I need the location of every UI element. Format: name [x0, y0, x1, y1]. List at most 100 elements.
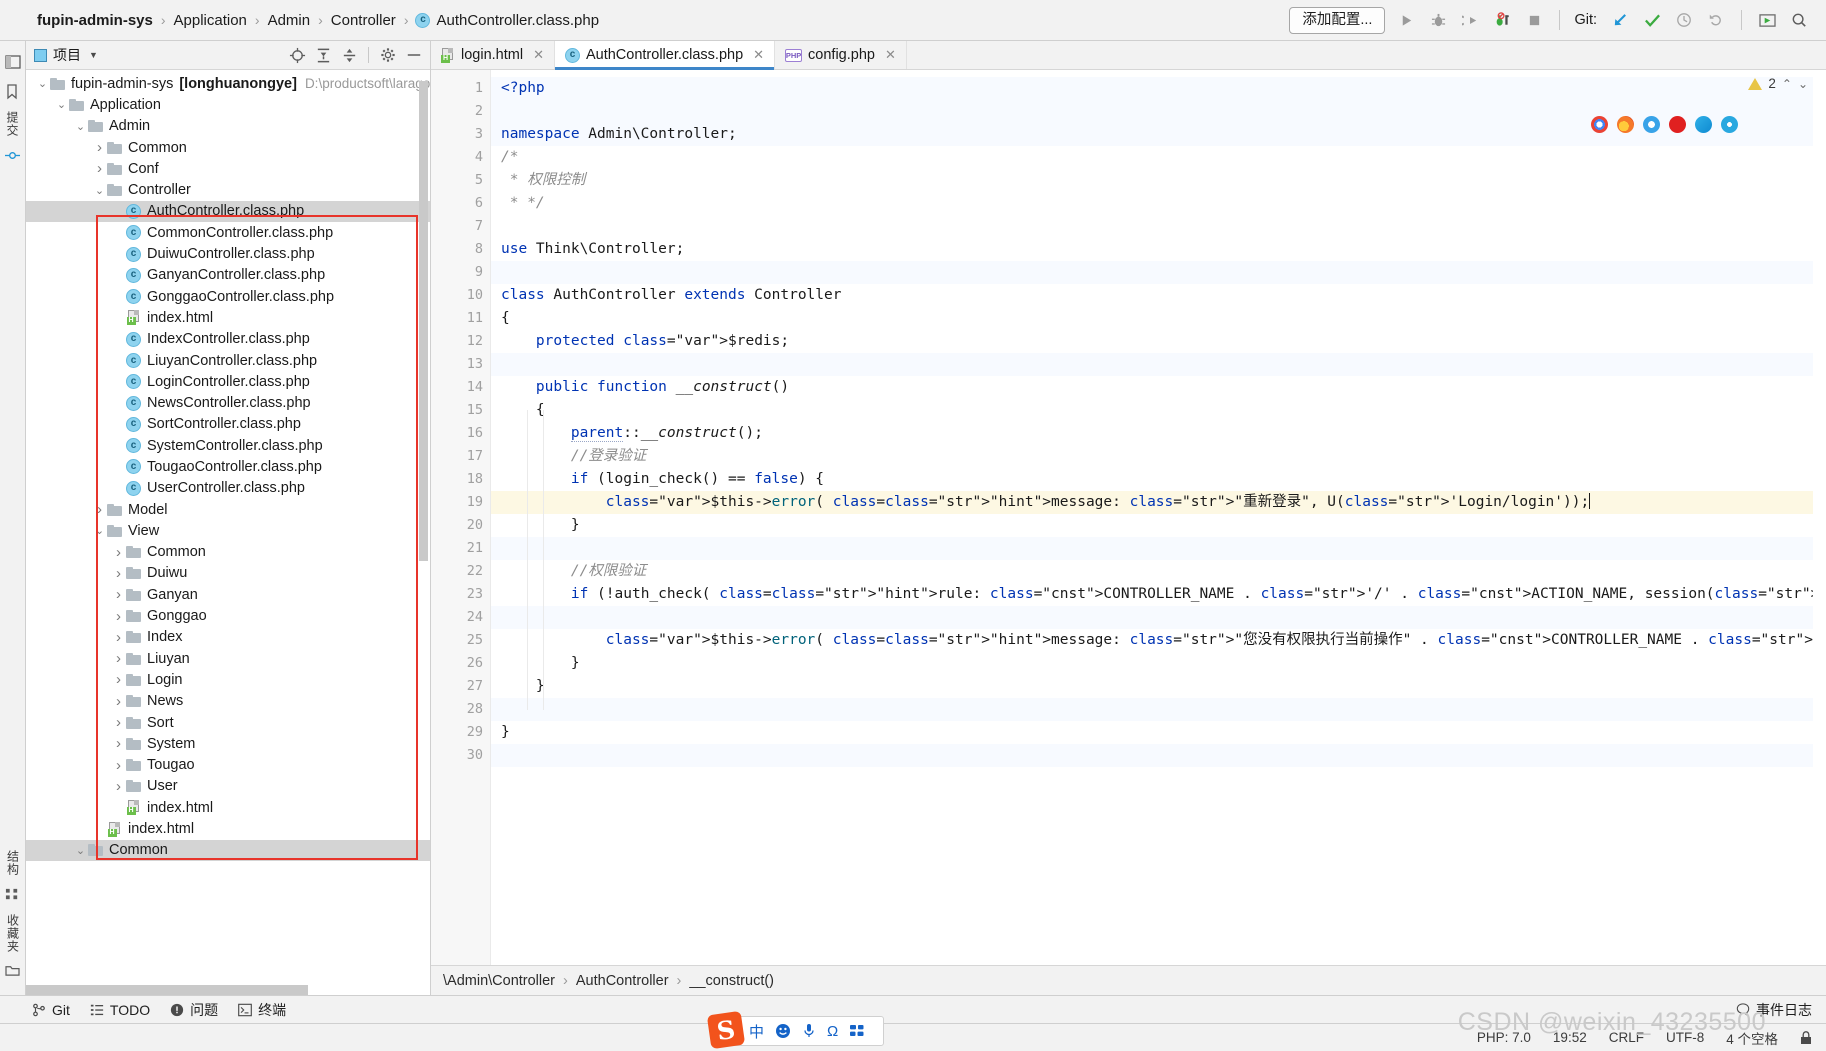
code-line[interactable]: * */	[491, 192, 1826, 215]
code-line[interactable]: class="var">$this->error( class=class="s…	[491, 491, 1826, 514]
tree-node[interactable]: › Ganyan	[26, 584, 430, 605]
lock-icon[interactable]	[1800, 1030, 1812, 1045]
firefox-icon[interactable]	[1617, 116, 1634, 133]
line-number[interactable]: 25	[431, 629, 490, 652]
line-number[interactable]: 19	[431, 491, 490, 514]
chrome-icon[interactable]	[1591, 116, 1608, 133]
commit-rail-label[interactable]: 提交	[4, 111, 21, 137]
debug-icon[interactable]	[1427, 9, 1449, 31]
bottom-tab-git[interactable]: Git	[32, 1002, 70, 1018]
breadcrumb-method[interactable]: __construct()	[689, 973, 774, 989]
git-update-icon[interactable]	[1609, 9, 1631, 31]
stop-icon[interactable]	[1523, 9, 1545, 31]
line-number[interactable]: 2	[431, 100, 490, 123]
tab-authcontroller[interactable]: c AuthController.class.php ✕	[554, 41, 776, 70]
tree-node[interactable]: c TougaoController.class.php	[26, 456, 430, 477]
line-number[interactable]: 15	[431, 399, 490, 422]
bottom-tab-terminal[interactable]: 终端	[238, 1000, 286, 1020]
code-line[interactable]	[491, 353, 1826, 376]
line-number[interactable]: 22	[431, 560, 490, 583]
code-line[interactable]: <?php	[491, 77, 1826, 100]
tree-node[interactable]: › Sort	[26, 712, 430, 733]
tab-config-php[interactable]: PHP config.php ✕	[775, 41, 907, 69]
sogou-logo-icon[interactable]: S	[706, 1010, 746, 1050]
mic-icon[interactable]	[802, 1023, 816, 1039]
chevron-right-icon[interactable]: ›	[112, 735, 125, 752]
code-line[interactable]: }	[491, 675, 1826, 698]
bottom-tab-problems[interactable]: 问题	[170, 1000, 218, 1020]
breadcrumb-item-controller[interactable]: Controller	[324, 12, 403, 29]
git-rollback-icon[interactable]	[1705, 9, 1727, 31]
tab-login-html[interactable]: H login.html ✕	[431, 41, 555, 69]
line-number[interactable]: 3	[431, 123, 490, 146]
tree-node[interactable]: Hindex.html	[26, 797, 430, 818]
ie-icon[interactable]	[1721, 116, 1738, 133]
line-number[interactable]: 16	[431, 422, 490, 445]
line-number[interactable]: 29	[431, 721, 490, 744]
line-number[interactable]: 20−	[431, 514, 510, 537]
chevron-right-icon[interactable]: ›	[112, 757, 125, 774]
code-line[interactable]: }	[491, 721, 1826, 744]
code-content[interactable]: <?php namespace Admin\Controller;/* * 权限控…	[491, 70, 1826, 965]
run-with-coverage-icon[interactable]	[1459, 9, 1481, 31]
line-number[interactable]: 7	[431, 215, 490, 238]
commit-rail-icon[interactable]	[4, 148, 21, 164]
tree-node[interactable]: Hindex.html	[26, 818, 430, 839]
tree-node[interactable]: c AuthController.class.php	[26, 200, 430, 223]
chevron-down-icon[interactable]: ⌄	[1798, 77, 1808, 91]
tree-node[interactable]: c CommonController.class.php	[26, 222, 430, 243]
code-line[interactable]	[491, 744, 1826, 767]
code-line[interactable]	[491, 698, 1826, 721]
line-number[interactable]: 28	[431, 698, 490, 721]
tree-node[interactable]: c GonggaoController.class.php	[26, 286, 430, 307]
tree-node[interactable]: ⌄ Common	[26, 839, 430, 861]
chevron-right-icon[interactable]: ›	[112, 586, 125, 603]
code-line[interactable]	[491, 606, 1826, 629]
close-icon[interactable]: ✕	[753, 47, 764, 63]
code-line[interactable]: }	[491, 514, 1826, 537]
line-number[interactable]: 26−	[431, 652, 510, 675]
emoji-icon[interactable]	[775, 1023, 791, 1039]
chevron-down-icon[interactable]: ⌄	[55, 98, 68, 111]
project-rail-icon[interactable]	[4, 54, 21, 70]
chevron-up-icon[interactable]: ⌃	[1782, 77, 1792, 91]
chevron-right-icon[interactable]: ›	[112, 778, 125, 795]
line-number[interactable]: 11	[431, 307, 490, 330]
close-icon[interactable]: ✕	[885, 47, 896, 63]
chevron-right-icon[interactable]: ›	[93, 160, 106, 177]
project-tree[interactable]: ⌄ fupin-admin-sys [longhuanongye] D:\produc…	[26, 70, 430, 995]
chevron-right-icon[interactable]: ›	[112, 608, 125, 625]
code-line[interactable]: /*	[491, 146, 1826, 169]
code-line[interactable]: public function __construct()	[491, 376, 1826, 399]
tree-node[interactable]: › Login	[26, 669, 430, 690]
tree-node[interactable]: › System	[26, 733, 430, 754]
caret-position-status[interactable]: 19:52	[1553, 1030, 1587, 1045]
code-line[interactable]	[491, 261, 1826, 284]
omega-icon[interactable]: Ω	[827, 1023, 838, 1040]
breadcrumb-item-project[interactable]: fupin-admin-sys	[30, 12, 160, 29]
php-version-status[interactable]: PHP: 7.0	[1477, 1030, 1531, 1045]
chevron-right-icon[interactable]: ›	[112, 693, 125, 710]
breadcrumb-namespace[interactable]: \Admin\Controller	[443, 973, 555, 989]
tree-node[interactable]: c LiuyanController.class.php	[26, 350, 430, 371]
chevron-down-icon[interactable]: ⌄	[93, 524, 106, 537]
code-line[interactable]: }	[491, 652, 1826, 675]
chevron-down-icon[interactable]: ⌄	[36, 77, 49, 90]
chevron-down-icon[interactable]: ⌄	[74, 120, 87, 133]
close-icon[interactable]: ✕	[533, 47, 544, 63]
git-history-icon[interactable]	[1673, 9, 1695, 31]
tree-node[interactable]: Hindex.html	[26, 307, 430, 328]
tree-node[interactable]: ⌄ Controller	[26, 179, 430, 200]
tree-node[interactable]: › Common	[26, 542, 430, 563]
code-line[interactable]: class="var">$this->error( class=class="s…	[491, 629, 1826, 652]
hide-panel-icon[interactable]	[405, 47, 422, 64]
search-everywhere-icon[interactable]	[1788, 9, 1810, 31]
breadcrumb-item-admin[interactable]: Admin	[261, 12, 318, 29]
tree-node[interactable]: › Tougao	[26, 755, 430, 776]
favorites-rail-icon[interactable]	[5, 964, 21, 980]
line-number[interactable]: 14−	[431, 376, 510, 399]
tree-node[interactable]: › Duiwu	[26, 563, 430, 584]
tree-node[interactable]: c SystemController.class.php	[26, 435, 430, 456]
gear-icon[interactable]	[379, 47, 396, 64]
breadcrumb-item-file[interactable]: c AuthController.class.php	[409, 12, 606, 29]
